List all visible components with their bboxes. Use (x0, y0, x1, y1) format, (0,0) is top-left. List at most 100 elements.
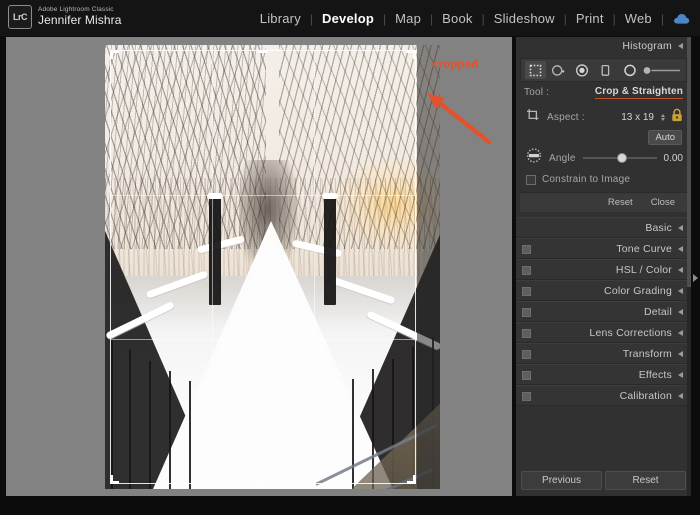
straighten-tool-icon[interactable] (526, 148, 542, 168)
panel-tone-curve[interactable]: Tone Curve (516, 238, 691, 259)
panel-transform[interactable]: Transform (516, 343, 691, 364)
module-picker: Library | Develop | Map | Book | Slidesh… (251, 11, 692, 26)
crop-handle-top-right[interactable] (413, 50, 416, 59)
module-web[interactable]: Web (616, 11, 661, 26)
module-print[interactable]: Print (567, 11, 613, 26)
panel-detail[interactable]: Detail (516, 301, 691, 322)
previous-button[interactable]: Previous (521, 471, 602, 490)
crop-grid-line (314, 51, 315, 483)
right-panel: Histogram (516, 37, 691, 496)
crop-handle-bottom-center[interactable] (258, 481, 268, 484)
tool-row: Tool : Crop & Straighten (516, 82, 691, 102)
crop-excluded-region (417, 45, 440, 489)
panel-label: Detail (644, 306, 672, 318)
crop-frame-tool-icon[interactable] (526, 108, 540, 127)
collapse-arrow-icon[interactable] (678, 288, 683, 294)
crop-overlay-tool-icon[interactable] (525, 61, 546, 79)
panel-label: Effects (639, 369, 672, 381)
lightroom-classic-window: LrC Adobe Lightroom Classic Jennifer Mis… (0, 0, 700, 515)
panel-switch[interactable] (522, 371, 531, 380)
tool-label: Tool : (524, 87, 549, 98)
collapse-arrow-icon[interactable] (678, 309, 683, 315)
crop-handle-bottom-left[interactable] (110, 475, 113, 484)
user-name: Jennifer Mishra (38, 14, 122, 28)
collapse-arrow-icon[interactable] (678, 372, 683, 378)
reset-button[interactable]: Reset (605, 471, 686, 490)
panel-basic[interactable]: Basic (516, 217, 691, 238)
module-map[interactable]: Map (386, 11, 430, 26)
aspect-value[interactable]: 13 x 19 (621, 112, 654, 123)
collapse-arrow-icon[interactable] (678, 330, 683, 336)
panel-hsl-color[interactable]: HSL / Color (516, 259, 691, 280)
collapse-arrow-icon[interactable] (678, 43, 683, 49)
panel-switch[interactable] (522, 308, 531, 317)
panel-label: Tone Curve (616, 243, 672, 255)
panel-calibration[interactable]: Calibration (516, 385, 691, 406)
module-book[interactable]: Book (433, 11, 481, 26)
collapse-arrow-icon[interactable] (678, 351, 683, 357)
crop-reset-button[interactable]: Reset (600, 196, 641, 209)
photo-image (105, 45, 440, 489)
panel-switch[interactable] (522, 350, 531, 359)
angle-label: Angle (549, 153, 576, 164)
constrain-to-image-row[interactable]: Constrain to Image (516, 170, 691, 190)
cloud-sync-icon[interactable] (673, 13, 690, 25)
linear-gradient-tool-icon[interactable] (643, 61, 682, 79)
collapse-arrow-icon[interactable] (678, 246, 683, 252)
panel-switch[interactable] (522, 245, 531, 254)
tool-value[interactable]: Crop & Straighten (595, 86, 683, 99)
histogram-label: Histogram (622, 40, 672, 52)
collapse-arrow-icon[interactable] (678, 267, 683, 273)
angle-slider-knob[interactable] (617, 153, 627, 163)
module-library[interactable]: Library (251, 11, 310, 26)
module-slideshow[interactable]: Slideshow (485, 11, 564, 26)
crop-handle-top-left[interactable] (110, 50, 113, 59)
collapse-arrow-icon[interactable] (678, 225, 683, 231)
crop-grid-line (212, 51, 213, 483)
panel-switch[interactable] (522, 287, 531, 296)
crop-grid-line (111, 195, 415, 196)
aspect-stepper-icon[interactable] (661, 114, 665, 121)
collapse-arrow-icon[interactable] (678, 393, 683, 399)
aspect-lock-icon[interactable] (671, 108, 683, 127)
photo-canvas[interactable] (105, 45, 440, 489)
develop-panel-list: Basic Tone Curve HSL / Color Color Gradi… (516, 217, 691, 406)
auto-straighten-button[interactable]: Auto (648, 130, 682, 145)
crop-rectangle[interactable] (110, 50, 416, 484)
masking-rect-tool-icon[interactable] (596, 61, 617, 79)
panel-lens-corrections[interactable]: Lens Corrections (516, 322, 691, 343)
constrain-checkbox[interactable] (526, 175, 536, 185)
reset-close-row: Reset Close (520, 192, 687, 212)
histogram-panel-header[interactable]: Histogram (516, 37, 691, 55)
panel-switch[interactable] (522, 392, 531, 401)
panel-label: Color Grading (604, 285, 672, 297)
auto-row: Auto (516, 129, 691, 145)
right-panel-scrollbar[interactable] (687, 37, 691, 496)
spot-removal-tool-icon[interactable] (549, 61, 570, 79)
panel-switch[interactable] (522, 329, 531, 338)
crop-grid-line (111, 339, 415, 340)
constrain-label: Constrain to Image (542, 174, 630, 185)
panel-switch[interactable] (522, 266, 531, 275)
panel-label: Basic (645, 222, 672, 234)
angle-value[interactable]: 0.00 (664, 153, 683, 164)
crop-handle-bottom-right[interactable] (413, 475, 416, 484)
panel-label: HSL / Color (616, 264, 672, 276)
crop-close-button[interactable]: Close (643, 196, 683, 209)
radial-gradient-tool-icon[interactable] (619, 61, 640, 79)
panel-label: Transform (623, 348, 672, 360)
angle-slider[interactable] (583, 153, 657, 163)
product-name: Adobe Lightroom Classic (38, 6, 122, 13)
lightroom-classic-logo: LrC (8, 5, 32, 29)
scrollbar-thumb[interactable] (687, 37, 691, 287)
module-develop[interactable]: Develop (313, 11, 383, 26)
panel-label: Calibration (620, 390, 672, 402)
annotation-label-cropped: cropped (432, 59, 478, 71)
panel-expand-arrow-icon[interactable] (693, 274, 698, 282)
crop-handle-top-center[interactable] (258, 50, 268, 53)
aspect-row: Aspect : 13 x 19 (516, 102, 691, 129)
red-eye-correction-tool-icon[interactable] (572, 61, 593, 79)
aspect-label: Aspect : (547, 112, 585, 123)
panel-effects[interactable]: Effects (516, 364, 691, 385)
panel-color-grading[interactable]: Color Grading (516, 280, 691, 301)
